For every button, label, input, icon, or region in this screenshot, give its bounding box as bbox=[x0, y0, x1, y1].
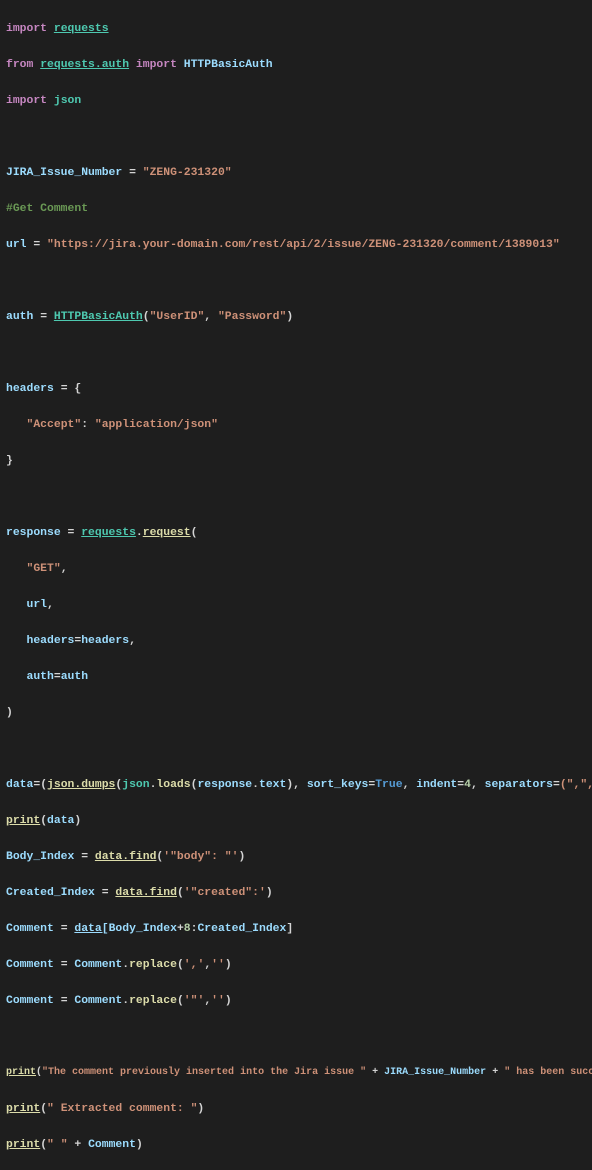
code-line: from requests.auth import HTTPBasicAuth bbox=[6, 56, 592, 74]
code-line: response = requests.request( bbox=[6, 524, 592, 542]
code-line: data=(json.dumps(json.loads(response.tex… bbox=[6, 776, 592, 794]
code-line: headers=headers, bbox=[6, 632, 592, 650]
code-block: import requests from requests.auth impor… bbox=[0, 0, 592, 1170]
code-line: print(" Extracted comment: ") bbox=[6, 1100, 592, 1118]
code-line: print("The comment previously inserted i… bbox=[6, 1064, 592, 1082]
code-line: auth = HTTPBasicAuth("UserID", "Password… bbox=[6, 308, 592, 326]
code-line: #Get Comment bbox=[6, 200, 592, 218]
code-line: Comment = data[Body_Index+8:Created_Inde… bbox=[6, 920, 592, 938]
code-line: "Accept": "application/json" bbox=[6, 416, 592, 434]
code-line: auth=auth bbox=[6, 668, 592, 686]
code-line: url, bbox=[6, 596, 592, 614]
code-line: Body_Index = data.find('"body": "') bbox=[6, 848, 592, 866]
code-line: import json bbox=[6, 92, 592, 110]
code-line: url = "https://jira.your-domain.com/rest… bbox=[6, 236, 592, 254]
code-line: ) bbox=[6, 704, 592, 722]
code-line: "GET", bbox=[6, 560, 592, 578]
code-line: } bbox=[6, 452, 592, 470]
code-line: print(" " + Comment) bbox=[6, 1136, 592, 1154]
code-line: Comment = Comment.replace('"','') bbox=[6, 992, 592, 1010]
code-line: import requests bbox=[6, 20, 592, 38]
code-line: Comment = Comment.replace(',','') bbox=[6, 956, 592, 974]
code-line: print(data) bbox=[6, 812, 592, 830]
code-line: headers = { bbox=[6, 380, 592, 398]
code-line: Created_Index = data.find('"created":') bbox=[6, 884, 592, 902]
code-line: JIRA_Issue_Number = "ZENG-231320" bbox=[6, 164, 592, 182]
